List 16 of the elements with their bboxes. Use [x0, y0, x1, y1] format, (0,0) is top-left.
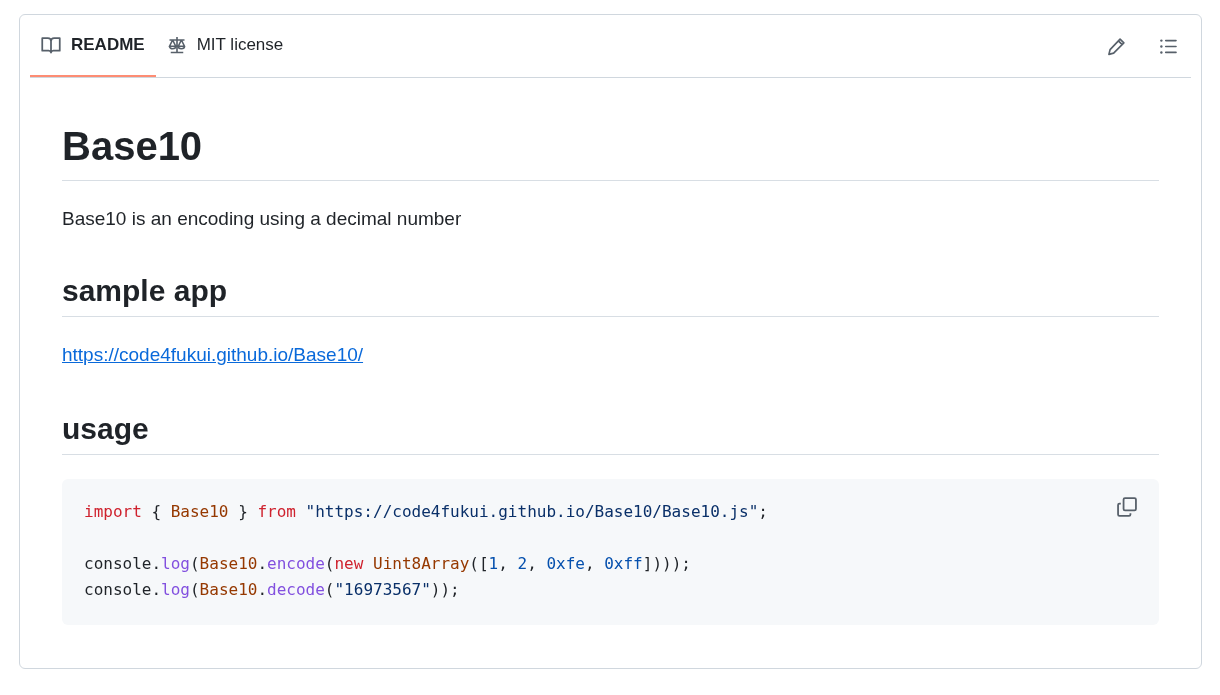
- list-icon: [1158, 36, 1178, 56]
- code-line: import { Base10 } from "https://code4fukui.github.io/Base10/Base10.js";: [84, 501, 768, 523]
- page-title: Base10: [62, 123, 203, 170]
- section-heading: usage: [62, 411, 149, 447]
- code-line: console.log(Base10.encode(new Uint8Array([1, 2, 0xfe, 0xff])));: [84, 553, 691, 575]
- copy-button[interactable]: [1115, 495, 1139, 519]
- tab[interactable]: MIT license: [155, 15, 295, 77]
- book-icon: [41, 35, 61, 55]
- link[interactable]: https://code4fukui.github.io/Base10/: [62, 344, 364, 365]
- scale-icon: [166, 35, 187, 55]
- description: Base10 is an encoding using a decimal number: [62, 207, 463, 231]
- code-line: console.log(Base10.decode("16973567"));: [84, 579, 460, 601]
- tab[interactable]: README: [30, 15, 156, 77]
- pencil-icon: [1106, 36, 1126, 56]
- copy-icon: [1116, 496, 1138, 518]
- section-heading: sample app: [62, 273, 228, 309]
